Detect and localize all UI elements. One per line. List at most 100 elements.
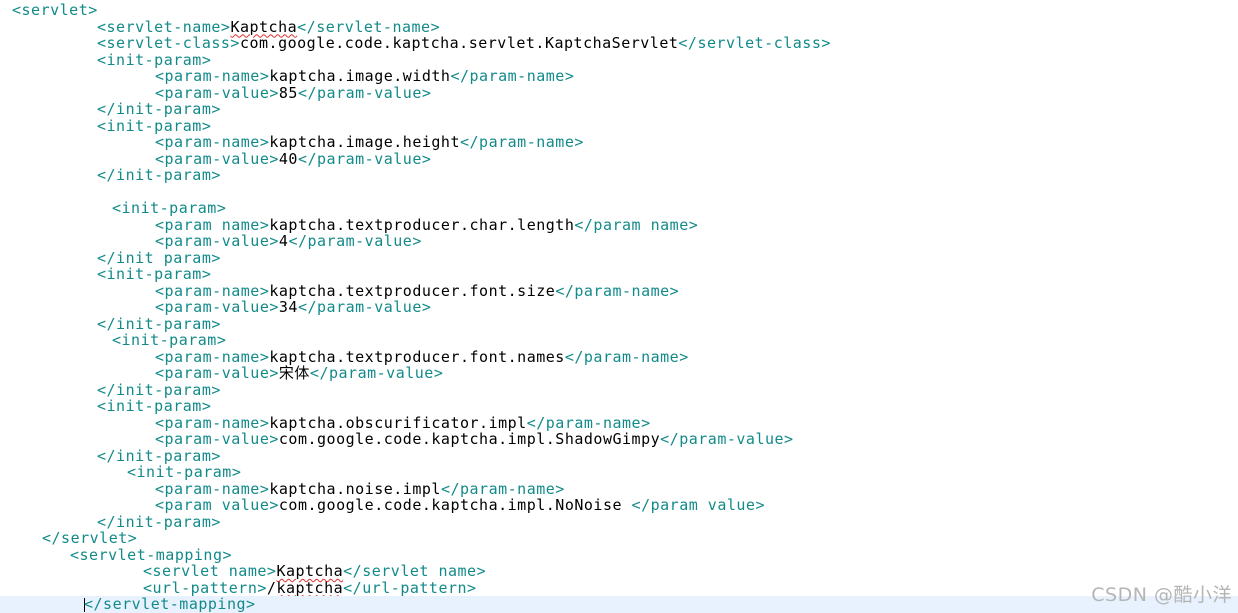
code-line[interactable]: <param-name>kaptcha.textproducer.font.na… <box>0 347 689 366</box>
xml-tag: <param-name> <box>155 133 270 151</box>
code-line[interactable]: </init-param> <box>0 167 221 184</box>
xml-tag: <servlet-mapping> <box>70 545 233 564</box>
spellcheck-word: Kaptcha <box>276 562 344 580</box>
code-line[interactable]: <param name>kaptcha.textproducer.char.le… <box>0 215 699 234</box>
xml-tag: </init-param> <box>97 446 221 465</box>
code-line[interactable]: <param-value>40</param-value> <box>0 149 432 168</box>
xml-text: 宋体 <box>278 364 310 382</box>
code-line[interactable]: <servlet name>Kaptcha</servlet name> <box>0 563 486 580</box>
xml-tag: </init-param> <box>97 166 221 184</box>
xml-text: kaptcha.textproducer.font.names <box>269 347 565 366</box>
xml-tag: <param-name> <box>155 479 270 498</box>
code-line[interactable]: <init-param> <box>0 266 211 283</box>
xml-tag: </param-value> <box>297 298 432 316</box>
xml-tag: </param name> <box>574 215 699 234</box>
xml-tag: <init-param> <box>112 331 227 349</box>
xml-tag: <param-value> <box>155 430 279 448</box>
xml-tag: <param-value> <box>155 83 279 102</box>
code-line[interactable]: <param-value>com.google.code.kaptcha.imp… <box>0 431 794 448</box>
xml-tag: </param-value> <box>288 232 422 250</box>
xml-tag: </init-param> <box>97 380 221 399</box>
code-line[interactable]: <init-param> <box>0 117 211 135</box>
code-line[interactable]: <servlet-class>com.google.code.kaptcha.s… <box>0 35 831 52</box>
xml-text: com.google.code.kaptcha.servlet.KaptchaS… <box>239 34 679 52</box>
xml-tag: </param-name> <box>564 347 689 366</box>
xml-tag: </param-value> <box>309 364 444 382</box>
xml-tag: </param-name> <box>526 413 651 432</box>
xml-text: / <box>266 578 277 597</box>
code-line[interactable]: <param-name>kaptcha.textproducer.font.si… <box>0 281 680 300</box>
xml-tag: <param-name> <box>155 281 270 300</box>
code-line[interactable]: <url-pattern>/kaptcha</url-pattern> <box>0 578 477 597</box>
xml-text: 4 <box>278 232 289 250</box>
xml-tag: <url-pattern> <box>143 578 267 597</box>
xml-tag: <init-param> <box>97 265 212 283</box>
xml-text: kaptcha.image.height <box>269 133 460 151</box>
code-line[interactable]: <param-name>kaptcha.obscurificator.impl<… <box>0 413 651 432</box>
code-line[interactable]: <param-value>4</param-value> <box>0 233 422 250</box>
code-line[interactable]: <param-value>34</param-value> <box>0 299 431 316</box>
code-line[interactable]: <param-name>kaptcha.noise.impl</param-na… <box>0 479 565 498</box>
xml-tag: </param-name> <box>460 133 584 151</box>
xml-tag: <param name> <box>155 215 270 234</box>
xml-tag: </param-name> <box>450 67 575 85</box>
code-line[interactable]: <init-param> <box>0 398 211 415</box>
xml-tag: <param-name> <box>155 67 270 85</box>
code-line[interactable]: </init param> <box>0 249 221 267</box>
code-line[interactable]: <param-value>宋体</param-value> <box>0 365 443 382</box>
code-line[interactable]: </init-param> <box>0 446 221 465</box>
xml-code-editor[interactable]: <servlet> <servlet-name>Kaptcha</servlet-… <box>0 0 1238 613</box>
code-line[interactable]: <param-value>85</param-value> <box>0 83 432 102</box>
xml-text: kaptcha.textproducer.char.length <box>269 215 575 234</box>
xml-tag: </servlet-mapping> <box>84 595 256 613</box>
code-line[interactable]: </init-param> <box>0 512 221 531</box>
code-line[interactable]: <servlet> <box>0 2 98 19</box>
xml-tag: </param-value> <box>297 83 432 102</box>
code-line[interactable]: <servlet-name>Kaptcha</servlet-name> <box>0 17 440 36</box>
xml-tag: <param-value> <box>155 232 279 250</box>
code-line[interactable]: <param value>com.google.code.kaptcha.imp… <box>0 497 765 514</box>
xml-tag: </servlet-class> <box>678 34 831 52</box>
xml-tag: </param-name> <box>440 479 565 498</box>
code-line[interactable]: <init-param> <box>0 464 241 481</box>
xml-tag: </servlet name> <box>343 562 487 580</box>
xml-text: 40 <box>278 149 298 168</box>
code-line[interactable]: </init-param> <box>0 101 221 118</box>
xml-text: kaptcha.textproducer.font.size <box>269 281 556 300</box>
xml-tag: </init-param> <box>97 512 221 531</box>
xml-tag: </param value> <box>631 496 765 514</box>
xml-tag: </init-param> <box>97 314 221 333</box>
code-line[interactable]: <servlet-mapping> <box>0 545 233 564</box>
xml-text: kaptcha.noise.impl <box>269 479 441 498</box>
xml-tag: <param-value> <box>155 298 279 316</box>
code-line[interactable]: <param-name>kaptcha.image.width</param-n… <box>0 68 574 85</box>
code-line[interactable]: </init-param> <box>0 314 221 333</box>
xml-tag: </servlet> <box>42 529 138 547</box>
code-line[interactable]: <init-param> <box>0 51 211 69</box>
xml-text: 85 <box>278 83 298 102</box>
xml-text: kaptcha.image.width <box>269 67 451 85</box>
xml-tag: </param-value> <box>660 430 794 448</box>
xml-tag: <param-value> <box>155 149 279 168</box>
xml-tag: <param-name> <box>155 347 270 366</box>
xml-tag: <servlet name> <box>143 562 277 580</box>
spellcheck-word: Kaptcha <box>230 17 298 36</box>
xml-tag: </param-name> <box>555 281 680 300</box>
xml-tag: <servlet-name> <box>97 17 231 36</box>
xml-tag: <param-name> <box>155 413 270 432</box>
code-line[interactable]: </init-param> <box>0 380 221 399</box>
code-line[interactable]: <init-param> <box>0 332 226 349</box>
xml-tag: <param value> <box>155 496 279 514</box>
xml-text: com.google.code.kaptcha.impl.NoNoise <box>278 496 632 514</box>
xml-tag: </param-value> <box>297 149 432 168</box>
csdn-watermark: CSDN @酷小洋 <box>1091 584 1232 606</box>
xml-tag: <init-param> <box>112 199 227 217</box>
code-line-current[interactable]: </servlet-mapping> <box>0 596 1238 613</box>
code-line[interactable]: <init-param> <box>0 200 226 217</box>
xml-text: kaptcha.obscurificator.impl <box>269 413 527 432</box>
code-line[interactable]: <param-name>kaptcha.image.height</param-… <box>0 134 584 151</box>
xml-tag: </url-pattern> <box>343 578 477 597</box>
code-line[interactable]: </servlet> <box>0 530 137 547</box>
xml-tag: <servlet-class> <box>97 34 240 52</box>
xml-tag: <init-param> <box>97 397 212 415</box>
